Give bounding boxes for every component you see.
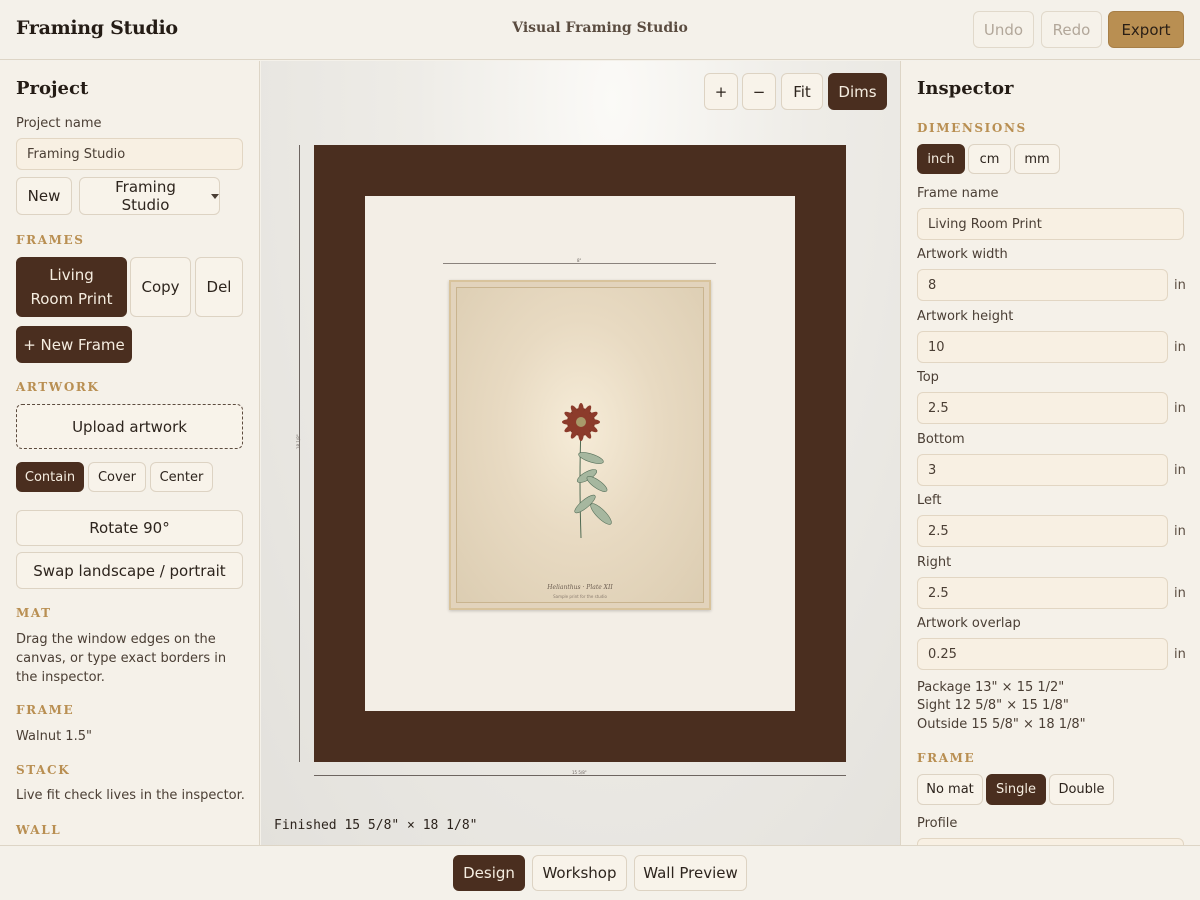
mat-mode-double-button[interactable]: Double [1049,774,1114,805]
profile-label: Profile [917,816,958,831]
art-width-dimension-line [443,263,716,264]
frame-name-label: Frame name [917,186,999,201]
right-border-unit: in [1174,586,1186,601]
profile-select[interactable] [917,838,1184,845]
fit-contain-button[interactable]: Contain [16,462,84,492]
redo-button[interactable]: Redo [1041,11,1102,48]
finished-size-readout: Finished 15 5/8" × 18 1/8" [274,818,478,833]
frame-name-input[interactable]: Living Room Print [917,208,1184,240]
flower-illustration [562,403,612,539]
artwork-height-input[interactable]: 10 [917,331,1168,363]
width-dimension-line [314,775,846,776]
mat-board[interactable]: 8" Helianthus · Plate XII Sample print f… [365,196,795,711]
height-dimension-label: 18 1/8" [296,434,301,449]
new-project-button[interactable]: New [16,177,72,215]
outside-size-text: Outside 15 5/8" × 18 1/8" [917,717,1086,732]
top-border-label: Top [917,370,939,385]
right-border-input[interactable]: 2.5 [917,577,1168,609]
artwork-image[interactable]: Helianthus · Plate XII Sample print for … [449,280,711,610]
zoom-out-button[interactable]: − [742,73,776,110]
frame-material-text: Walnut 1.5" [16,729,92,744]
tab-design[interactable]: Design [453,855,525,891]
copy-frame-button[interactable]: Copy [130,257,191,317]
art-width-dimension-label: 8" [577,258,582,263]
swap-orientation-button[interactable]: Swap landscape / portrait [16,552,243,589]
plate-subtitle: Sample print for the studio [553,594,607,599]
frame-moulding[interactable]: 8" Helianthus · Plate XII Sample print f… [314,145,846,762]
plate-title: Helianthus · Plate XII [547,584,613,591]
artwork-width-unit: in [1174,278,1186,293]
unit-mm-button[interactable]: mm [1014,144,1060,174]
artwork-overlap-input[interactable]: 0.25 [917,638,1168,670]
project-panel-title: Project [16,78,89,99]
height-dimension-line [299,145,300,762]
artwork-section-title: ARTWORK [16,380,100,394]
top-border-input[interactable]: 2.5 [917,392,1168,424]
package-size-text: Package 13" × 15 1/2" [917,680,1065,695]
inspector-panel: Inspector DIMENSIONS inch cm mm Frame na… [900,61,1200,845]
stack-help-text: Live fit check lives in the inspector. [16,788,245,803]
dimensions-section-title: DIMENSIONS [917,121,1027,135]
bottom-bar: Design Workshop Wall Preview [0,845,1200,900]
bottom-border-input[interactable]: 3 [917,454,1168,486]
frame-section-title: FRAME [16,703,75,717]
sight-size-text: Sight 12 5/8" × 15 1/8" [917,698,1069,713]
chevron-down-icon [211,193,219,199]
artwork-overlap-label: Artwork overlap [917,616,1021,631]
unit-cm-button[interactable]: cm [968,144,1011,174]
left-border-unit: in [1174,524,1186,539]
artwork-width-label: Artwork width [917,247,1008,262]
artwork-overlap-unit: in [1174,647,1186,662]
left-border-input[interactable]: 2.5 [917,515,1168,547]
unit-inch-button[interactable]: inch [917,144,965,174]
wall-section-title: WALL [16,823,62,837]
left-border-label: Left [917,493,942,508]
stack-section-title: STACK [16,763,71,777]
project-name-label: Project name [16,116,102,131]
frame-item-living-room-print[interactable]: Living Room Print [16,257,127,317]
mat-mode-none-button[interactable]: No mat [917,774,983,805]
design-canvas[interactable]: + − Fit Dims 18 1/8" 15 5/8" 8" Helianth… [261,61,900,845]
zoom-in-button[interactable]: + [704,73,738,110]
project-select-value: Framing Studio [115,178,176,214]
delete-frame-button[interactable]: Del [195,257,243,317]
inspector-title: Inspector [917,78,1014,99]
right-border-label: Right [917,555,952,570]
top-bar: Framing Studio Visual Framing Studio Und… [0,0,1200,60]
fit-center-button[interactable]: Center [150,462,213,492]
artwork-width-input[interactable]: 8 [917,269,1168,301]
width-dimension-label: 15 5/8" [572,770,587,775]
top-border-unit: in [1174,401,1186,416]
project-name-input[interactable]: Framing Studio [16,138,243,170]
left-panel: Project Project name Framing Studio New … [0,61,260,845]
fit-cover-button[interactable]: Cover [88,462,146,492]
dims-toggle-button[interactable]: Dims [828,73,887,110]
upload-artwork-button[interactable]: Upload artwork [16,404,243,449]
bottom-border-unit: in [1174,463,1186,478]
artwork-print: Helianthus · Plate XII Sample print for … [456,287,704,603]
bottom-border-label: Bottom [917,432,965,447]
frame-section-title: FRAME [917,751,976,765]
artwork-height-label: Artwork height [917,309,1014,324]
new-frame-button[interactable]: + New Frame [16,326,132,363]
artwork-height-unit: in [1174,340,1186,355]
mat-help-text: Drag the window edges on the canvas, or … [16,632,227,685]
export-button[interactable]: Export [1108,11,1184,48]
project-select[interactable]: Framing Studio [79,177,220,215]
fit-view-button[interactable]: Fit [781,73,823,110]
mat-mode-single-button[interactable]: Single [986,774,1046,805]
mat-section-title: MAT [16,606,52,620]
rotate-button[interactable]: Rotate 90° [16,510,243,546]
frames-section-title: FRAMES [16,233,85,247]
tab-workshop[interactable]: Workshop [532,855,627,891]
undo-button[interactable]: Undo [973,11,1034,48]
tab-wall-preview[interactable]: Wall Preview [634,855,747,891]
